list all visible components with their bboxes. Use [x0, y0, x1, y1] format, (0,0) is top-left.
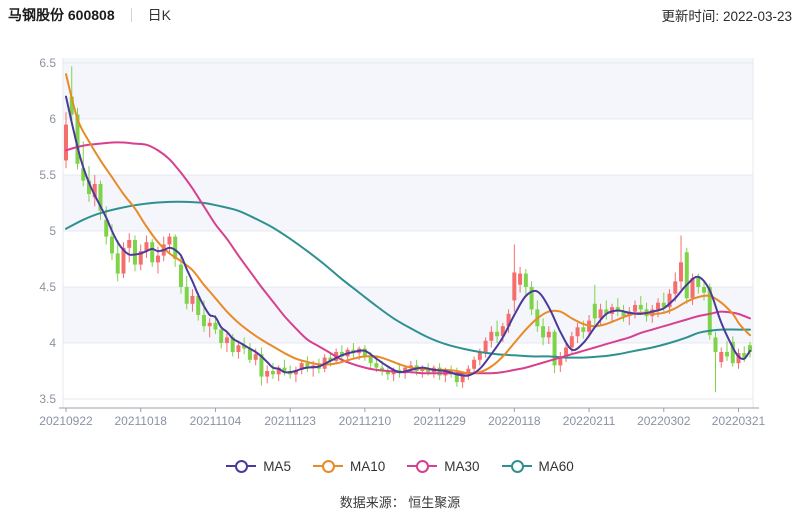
candle[interactable] [432, 365, 436, 377]
candle[interactable] [725, 341, 729, 361]
candle[interactable] [167, 233, 171, 253]
shade-bands [63, 58, 753, 343]
candle[interactable] [748, 342, 752, 358]
legend-item-ma10[interactable]: MA10 [313, 459, 385, 474]
svg-text:20220321: 20220321 [712, 414, 766, 428]
ma5-marker-icon [226, 460, 256, 473]
x-axis: 20210922 20211018 20211104 20211123 20211210… [39, 408, 765, 428]
svg-text:20211104: 20211104 [190, 414, 242, 428]
svg-text:20220302: 20220302 [637, 414, 691, 428]
candle[interactable] [553, 330, 557, 374]
svg-text:3.5: 3.5 [39, 392, 56, 406]
legend-item-ma5[interactable]: MA5 [226, 459, 291, 474]
candle[interactable] [64, 112, 68, 168]
legend: MA5 MA10 MA30 MA60 [0, 453, 800, 479]
svg-text:4.5: 4.5 [39, 280, 56, 294]
candle[interactable] [259, 347, 263, 385]
legend-label-ma60: MA60 [539, 459, 574, 474]
candle[interactable] [265, 365, 269, 383]
candle[interactable] [150, 239, 154, 267]
svg-text:5: 5 [49, 224, 56, 238]
candle[interactable] [719, 347, 723, 367]
candle[interactable] [438, 363, 442, 380]
candle[interactable] [305, 356, 309, 372]
y-axis-labels: 6.5 6 5.5 5 4.5 4 3.5 [39, 56, 56, 406]
candle[interactable] [139, 244, 143, 270]
candlestick-chart[interactable]: 6.565.554.543.52021092220211018202111042… [0, 0, 800, 448]
candle[interactable] [351, 343, 355, 358]
ma60-marker-icon [502, 460, 532, 473]
candle[interactable] [127, 233, 131, 262]
svg-text:20220118: 20220118 [488, 414, 541, 428]
ma10-marker-icon [313, 460, 343, 473]
candle[interactable] [294, 367, 298, 383]
candle[interactable] [685, 248, 689, 304]
legend-item-ma60[interactable]: MA60 [502, 459, 574, 474]
candle[interactable] [363, 345, 367, 361]
ma30-marker-icon [407, 460, 437, 473]
svg-text:20220211: 20220211 [563, 414, 616, 428]
candle[interactable] [714, 332, 718, 392]
data-source: 数据来源： 恒生聚源 [0, 492, 800, 511]
candle[interactable] [144, 235, 148, 257]
svg-text:6.5: 6.5 [39, 56, 56, 70]
legend-label-ma30: MA30 [444, 459, 479, 474]
svg-text:20211210: 20211210 [339, 414, 392, 428]
legend-item-ma30[interactable]: MA30 [407, 459, 479, 474]
legend-label-ma10: MA10 [350, 459, 385, 474]
svg-text:6: 6 [49, 112, 56, 126]
svg-text:20211229: 20211229 [413, 414, 466, 428]
candle[interactable] [679, 235, 683, 289]
svg-text:20211018: 20211018 [114, 414, 167, 428]
candle[interactable] [248, 343, 252, 363]
svg-text:20210922: 20210922 [39, 414, 93, 428]
svg-text:20211123: 20211123 [264, 414, 316, 428]
candle[interactable] [558, 352, 562, 372]
candle[interactable] [472, 356, 476, 373]
candle[interactable] [300, 360, 304, 375]
svg-text:5.5: 5.5 [39, 168, 56, 182]
svg-text:4: 4 [49, 336, 56, 350]
legend-label-ma5: MA5 [263, 459, 291, 474]
